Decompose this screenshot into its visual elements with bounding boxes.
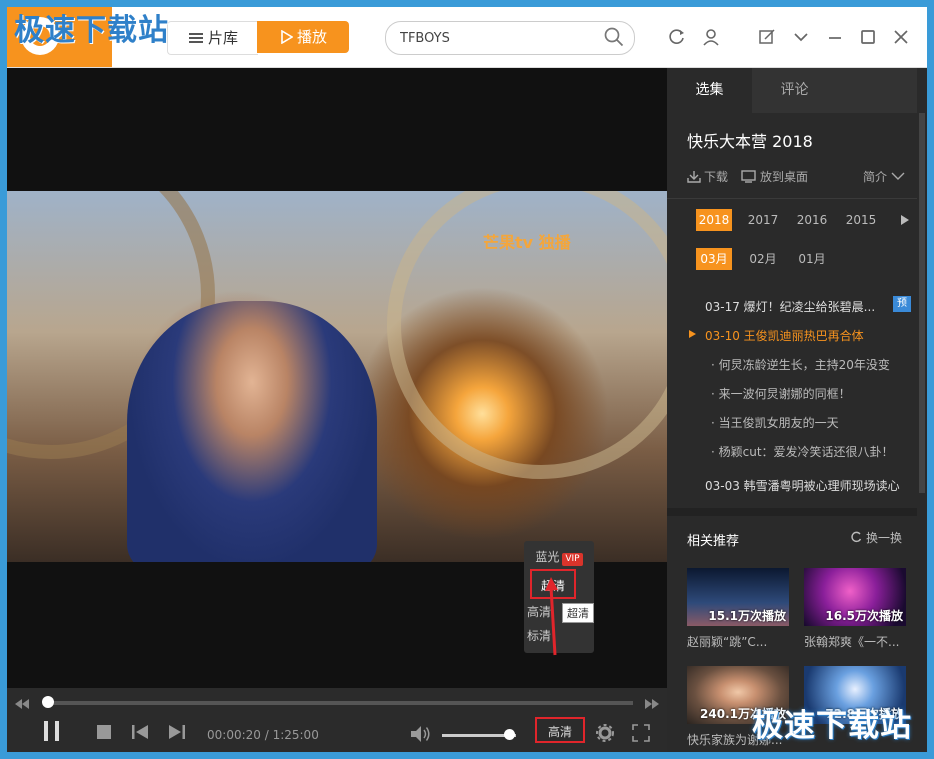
download-label: 下载 [704,170,729,184]
clip-item[interactable]: · 当王俊凯女朋友的一天 [711,414,839,431]
month-01[interactable]: 01月 [794,248,830,270]
search-icon[interactable] [604,27,624,47]
refresh-icon[interactable] [667,27,687,47]
episode-item[interactable]: 03-17 爆灯！纪凌尘给张碧晨... [705,298,875,315]
tab-comments[interactable]: 评论 [752,68,837,113]
volume-icon[interactable] [410,725,432,743]
clip-title: 当王俊凯女朋友的一天 [718,416,839,430]
year-2018[interactable]: 2018 [696,209,732,231]
play-tab-button[interactable]: 播放 [257,21,349,53]
play-tab-label: 播放 [296,28,327,46]
rewind-icon[interactable] [15,699,29,709]
month-02[interactable]: 02月 [745,248,781,270]
vip-badge: VIP [562,553,583,566]
control-bar: 00:00:20 / 1:25:00 高清 [7,688,667,752]
previous-icon[interactable] [131,724,149,740]
clip-item[interactable]: · 来一波何炅谢娜的同框！ [711,385,851,402]
play-outline-icon [281,29,294,45]
download-button[interactable]: 下载 [687,168,728,185]
episode-item[interactable]: 03-03 韩雪潘粤明被心理师现场读心 [705,477,900,494]
recommend-title[interactable]: 张翰郑爽《一不... [804,633,908,650]
play-count: 15.1万次播放 [708,609,786,623]
fast-forward-icon[interactable] [645,699,659,709]
clip-item[interactable]: · 杨颖cut：爱发冷笑话还很八卦！ [711,443,894,460]
user-icon[interactable] [701,27,721,47]
maximize-icon[interactable] [858,27,878,47]
play-count: 16.5万次播放 [825,609,903,623]
quality-button[interactable]: 高清 [535,717,585,743]
year-next-icon[interactable] [900,214,910,226]
playing-indicator-icon [689,330,696,338]
tab-episodes[interactable]: 选集 [667,68,752,113]
intro-toggle[interactable]: 简介 [863,168,905,185]
progress-knob[interactable] [41,696,54,708]
site-watermark: 极速下载站 [14,13,169,48]
quality-option-bluray[interactable]: 蓝光 VIP [524,548,594,566]
section-gap [667,508,917,516]
refresh-icon [851,531,862,543]
close-icon[interactable] [891,27,911,47]
month-03[interactable]: 03月 [696,248,732,270]
clip-title: 来一波何炅谢娜的同框！ [718,387,851,401]
refresh-label: 换一换 [866,531,903,545]
year-2015[interactable]: 2015 [843,209,879,231]
video-frame[interactable]: 芒果tv 独播 [7,191,667,562]
quality-tooltip: 超清 [562,603,594,623]
site-watermark-bottom: 极速下载站 [752,708,912,744]
minimize-icon[interactable] [825,27,845,47]
year-2016[interactable]: 2016 [794,209,830,231]
refresh-recommend-button[interactable]: 换一换 [850,529,902,546]
person-figure [127,301,377,562]
preview-badge: 预 [893,296,911,312]
clip-item[interactable]: · 何炅冻龄逆生长，主持20年没变 [711,356,890,373]
episode-item-current[interactable]: 03-10 王俊凯迪丽热巴再合体 [705,327,864,344]
side-panel: 选集 评论 快乐大本营 2018 下载 放到桌面 简介 2018 2017 20… [667,68,927,752]
side-tabs: 选集 评论 [667,68,917,113]
volume-knob[interactable] [503,729,515,740]
recommend-heading: 相关推荐 [687,534,740,549]
menu-icon [188,33,203,43]
window-frame: 片库 播放 芒果tv 独播 [7,7,927,752]
clip-title: 杨颖cut：爱发冷笑话还很八卦！ [718,445,894,459]
chevron-down-icon [891,172,905,180]
side-scrollbar[interactable] [919,113,925,493]
desktop-label: 放到桌面 [760,170,809,184]
year-2017[interactable]: 2017 [745,209,781,231]
time-display: 00:00:20 / 1:25:00 [207,728,319,742]
channel-watermark: 芒果tv 独播 [483,233,571,252]
recommend-thumbnail[interactable]: 15.1万次播放 [687,568,789,626]
stop-icon[interactable] [96,724,112,740]
intro-label: 简介 [863,170,888,184]
settings-gear-icon[interactable] [596,724,614,742]
section-divider [667,198,917,199]
fullscreen-icon[interactable] [632,724,650,742]
show-title: 快乐大本营 2018 [687,132,813,151]
quality-bluray-label: 蓝光 [535,550,560,564]
search-input[interactable] [398,27,592,49]
feedback-icon[interactable] [757,27,777,47]
chevron-down-icon[interactable] [791,27,811,47]
clip-title: 何炅冻龄逆生长，主持20年没变 [718,358,890,372]
recommend-title[interactable]: 赵丽颖“跳”C... [687,633,791,650]
library-label: 片库 [207,29,238,47]
app-window: 片库 播放 芒果tv 独播 [0,0,934,759]
pause-icon[interactable] [41,719,63,743]
recommend-thumbnail[interactable]: 16.5万次播放 [804,568,906,626]
download-icon [687,171,701,183]
desktop-shortcut-button[interactable]: 放到桌面 [741,168,808,185]
monitor-icon [741,170,756,183]
next-icon[interactable] [168,724,186,740]
library-button[interactable]: 片库 [167,21,258,55]
progress-track[interactable] [45,701,633,705]
search-box[interactable] [385,21,635,55]
